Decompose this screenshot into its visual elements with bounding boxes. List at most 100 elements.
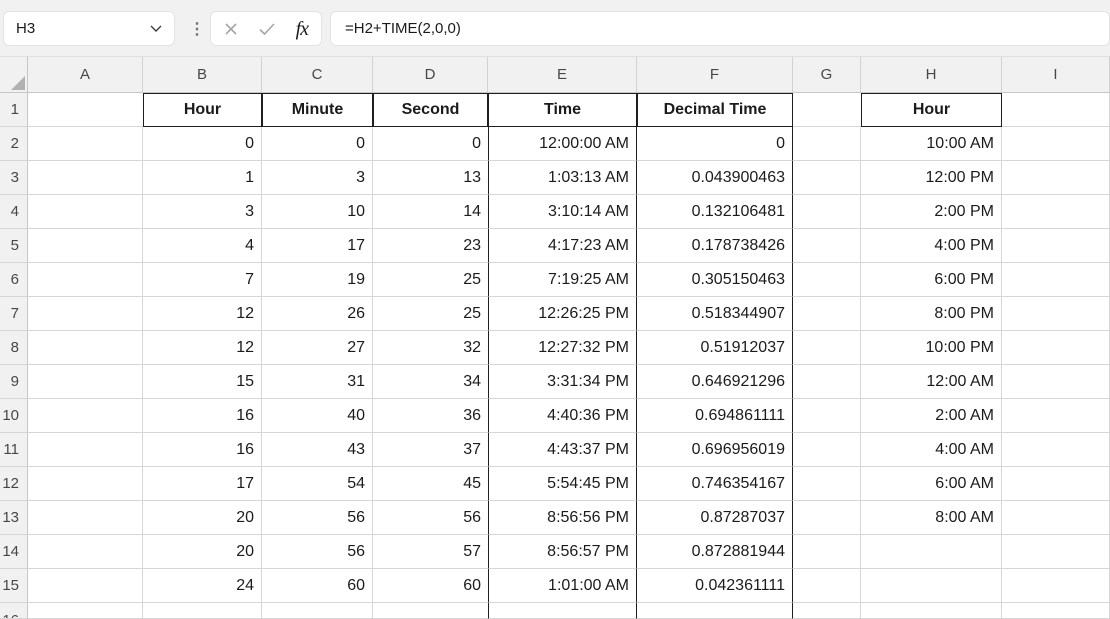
cell-H13[interactable]: 8:00 AM (861, 501, 1002, 535)
name-box-resize-handle[interactable]: ⋮ (189, 0, 205, 57)
cell-B6[interactable]: 7 (143, 263, 262, 297)
cell-H7[interactable]: 8:00 PM (861, 297, 1002, 331)
cell-B2[interactable]: 0 (143, 127, 262, 161)
cell-H10[interactable]: 2:00 AM (861, 399, 1002, 433)
cell-E6[interactable]: 7:19:25 AM (488, 263, 637, 297)
row-header-13[interactable]: 13 (0, 501, 28, 535)
cell-G4[interactable] (793, 195, 861, 229)
cell-C13[interactable]: 56 (262, 501, 373, 535)
cell-F10[interactable]: 0.694861111 (637, 399, 793, 433)
cell-C14[interactable]: 56 (262, 535, 373, 569)
cell-I16[interactable] (1002, 603, 1110, 619)
cell-G1[interactable] (793, 93, 861, 127)
cell-C1[interactable]: Minute (262, 93, 373, 127)
cell-E1[interactable]: Time (488, 93, 637, 127)
cell-A13[interactable] (28, 501, 143, 535)
cell-C16[interactable] (262, 603, 373, 619)
row-header-12[interactable]: 12 (0, 467, 28, 501)
cell-H4[interactable]: 2:00 PM (861, 195, 1002, 229)
cell-I9[interactable] (1002, 365, 1110, 399)
cell-D4[interactable]: 14 (373, 195, 488, 229)
cell-C9[interactable]: 31 (262, 365, 373, 399)
cell-F1[interactable]: Decimal Time (637, 93, 793, 127)
cell-B1[interactable]: Hour (143, 93, 262, 127)
cell-H16[interactable] (861, 603, 1002, 619)
cell-E16[interactable] (488, 603, 637, 619)
row-header-4[interactable]: 4 (0, 195, 28, 229)
cell-A2[interactable] (28, 127, 143, 161)
cell-E13[interactable]: 8:56:56 PM (488, 501, 637, 535)
cell-E4[interactable]: 3:10:14 AM (488, 195, 637, 229)
row-header-2[interactable]: 2 (0, 127, 28, 161)
cell-B9[interactable]: 15 (143, 365, 262, 399)
cell-G16[interactable] (793, 603, 861, 619)
cell-E5[interactable]: 4:17:23 AM (488, 229, 637, 263)
cell-A1[interactable] (28, 93, 143, 127)
cell-I14[interactable] (1002, 535, 1110, 569)
cell-C4[interactable]: 10 (262, 195, 373, 229)
row-header-14[interactable]: 14 (0, 535, 28, 569)
column-header-C[interactable]: C (262, 57, 373, 93)
cell-B8[interactable]: 12 (143, 331, 262, 365)
cell-E2[interactable]: 12:00:00 AM (488, 127, 637, 161)
cell-D10[interactable]: 36 (373, 399, 488, 433)
cell-A10[interactable] (28, 399, 143, 433)
cell-C15[interactable]: 60 (262, 569, 373, 603)
cell-A3[interactable] (28, 161, 143, 195)
cell-B5[interactable]: 4 (143, 229, 262, 263)
cell-D9[interactable]: 34 (373, 365, 488, 399)
name-box[interactable]: H3 (3, 11, 175, 46)
cell-E14[interactable]: 8:56:57 PM (488, 535, 637, 569)
cell-C6[interactable]: 19 (262, 263, 373, 297)
row-header-7[interactable]: 7 (0, 297, 28, 331)
row-header-10[interactable]: 10 (0, 399, 28, 433)
cell-D1[interactable]: Second (373, 93, 488, 127)
cell-A15[interactable] (28, 569, 143, 603)
row-header-5[interactable]: 5 (0, 229, 28, 263)
row-header-16[interactable]: 16 (0, 603, 28, 619)
cell-I11[interactable] (1002, 433, 1110, 467)
cell-F9[interactable]: 0.646921296 (637, 365, 793, 399)
cell-H1[interactable]: Hour (861, 93, 1002, 127)
chevron-down-icon[interactable] (150, 25, 162, 32)
cell-I5[interactable] (1002, 229, 1110, 263)
cell-B10[interactable]: 16 (143, 399, 262, 433)
cell-C11[interactable]: 43 (262, 433, 373, 467)
column-header-H[interactable]: H (861, 57, 1002, 93)
cell-I2[interactable] (1002, 127, 1110, 161)
cell-C10[interactable]: 40 (262, 399, 373, 433)
cell-B12[interactable]: 17 (143, 467, 262, 501)
cell-A14[interactable] (28, 535, 143, 569)
cell-F14[interactable]: 0.872881944 (637, 535, 793, 569)
cell-D3[interactable]: 13 (373, 161, 488, 195)
cell-D2[interactable]: 0 (373, 127, 488, 161)
cell-E9[interactable]: 3:31:34 PM (488, 365, 637, 399)
cell-F12[interactable]: 0.746354167 (637, 467, 793, 501)
cell-I13[interactable] (1002, 501, 1110, 535)
cell-A11[interactable] (28, 433, 143, 467)
cancel-icon[interactable] (224, 22, 238, 36)
cell-D13[interactable]: 56 (373, 501, 488, 535)
cell-C7[interactable]: 26 (262, 297, 373, 331)
column-header-I[interactable]: I (1002, 57, 1110, 93)
cell-H9[interactable]: 12:00 AM (861, 365, 1002, 399)
cell-G5[interactable] (793, 229, 861, 263)
cell-B11[interactable]: 16 (143, 433, 262, 467)
cell-A4[interactable] (28, 195, 143, 229)
cell-B16[interactable] (143, 603, 262, 619)
cell-B3[interactable]: 1 (143, 161, 262, 195)
cell-G9[interactable] (793, 365, 861, 399)
insert-function-icon[interactable]: fx (296, 19, 308, 39)
cell-G11[interactable] (793, 433, 861, 467)
cell-B4[interactable]: 3 (143, 195, 262, 229)
column-header-A[interactable]: A (28, 57, 143, 93)
cell-A6[interactable] (28, 263, 143, 297)
formula-bar[interactable]: =H2+TIME(2,0,0) (330, 11, 1110, 46)
cell-F5[interactable]: 0.178738426 (637, 229, 793, 263)
row-header-9[interactable]: 9 (0, 365, 28, 399)
cell-D14[interactable]: 57 (373, 535, 488, 569)
cell-D16[interactable] (373, 603, 488, 619)
row-header-1[interactable]: 1 (0, 93, 28, 127)
cell-F13[interactable]: 0.87287037 (637, 501, 793, 535)
cell-I6[interactable] (1002, 263, 1110, 297)
